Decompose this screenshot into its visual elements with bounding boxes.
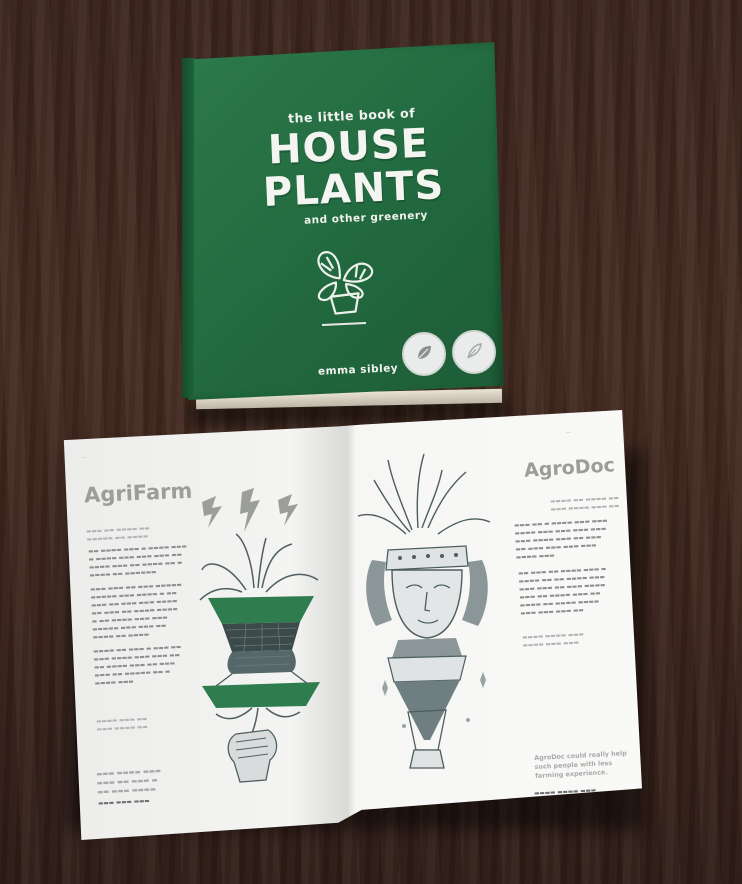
leaf-icon bbox=[417, 346, 431, 360]
feather-badge bbox=[452, 330, 496, 374]
goddess-bust-icon bbox=[357, 453, 491, 769]
book-title-line2: PLANTS bbox=[262, 162, 446, 216]
left-body-text-1: ▬▬ ▬▬▬▬ ▬▬▬ ▬ ▬▬▬▬ ▬▬▬ ▬ ▬▬▬▬ ▬▬▬ ▬▬▬ ▬▬▬… bbox=[88, 543, 187, 579]
agrifarm-heading: AgriFarm bbox=[83, 478, 193, 508]
left-body-text-3: ▬▬▬▬ ▬▬ ▬▬▬ ▬ ▬▬▬ ▬▬ ▬▬▬ ▬▬▬▬ ▬▬▬ ▬▬▬ ▬▬ ▬… bbox=[93, 644, 182, 687]
page-marker-left: — bbox=[82, 455, 87, 461]
left-pull-quote: ▬▬▬ ▬▬▬▬ ▬▬▬ ▬▬▬ ▬▬ ▬▬▬ ▬ ▬▬ ▬▬▬ ▬▬▬▬ bbox=[96, 766, 162, 796]
plant-hand-icon bbox=[199, 533, 320, 783]
right-pull-quote: AgroDoc could really help such people wi… bbox=[534, 749, 628, 780]
page-marker-right: — bbox=[566, 430, 571, 436]
right-body-text-2: ▬▬ ▬▬▬ ▬▬ ▬▬▬▬ ▬▬▬ ▬ ▬▬▬▬ ▬▬ ▬▬ ▬▬▬▬ ▬▬▬ ▬… bbox=[518, 566, 607, 617]
leaf-badge bbox=[402, 332, 446, 376]
monstera-pot-icon bbox=[317, 251, 374, 315]
left-body-text-2: ▬▬▬ ▬▬▬ ▬▬ ▬▬▬ ▬▬▬▬▬ ▬▬▬▬▬ ▬▬▬ ▬▬▬▬ ▬ ▬▬ ▬… bbox=[90, 582, 182, 641]
book-spine bbox=[182, 57, 194, 399]
photo-scene: the little book of HOUSE PLANTS and othe… bbox=[0, 0, 742, 884]
right-body-text-1: ▬▬▬ ▬▬ ▬ ▬▬▬▬ ▬▬▬ ▬▬▬ ▬▬▬▬ ▬▬▬ ▬▬▬ ▬▬▬ ▬▬… bbox=[514, 518, 608, 561]
feather-icon bbox=[467, 343, 482, 359]
